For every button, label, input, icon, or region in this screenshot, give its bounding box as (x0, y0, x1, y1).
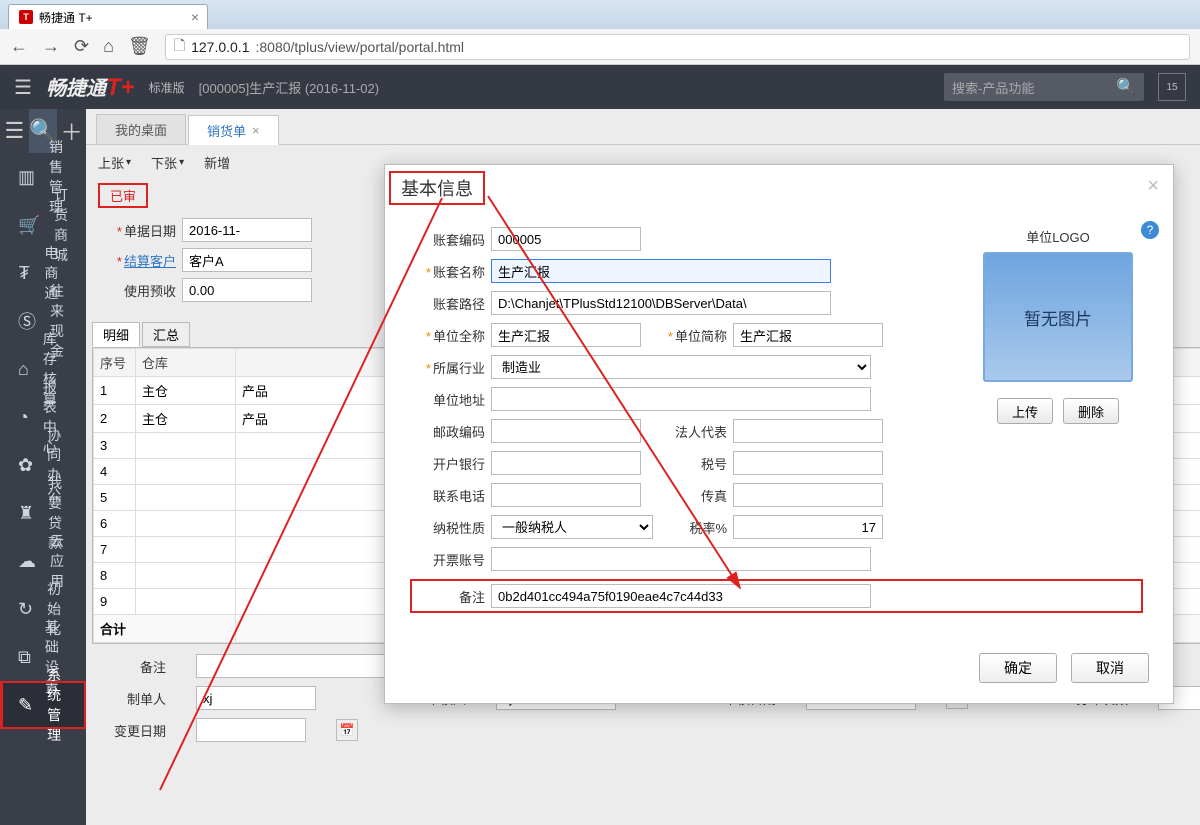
search-input[interactable]: 搜索-产品功能 🔍 (944, 73, 1144, 101)
tab-title: 畅捷通 T+ (39, 9, 93, 26)
settings-icon: ⧉ (18, 647, 31, 668)
tab-sales-order[interactable]: 销货单× (188, 115, 279, 145)
url-host: 127.0.0.1 (191, 39, 249, 55)
next-button[interactable]: 下张▾ (151, 153, 184, 172)
zipcode-field[interactable] (491, 419, 641, 443)
flower-icon: ✿ (18, 455, 33, 476)
calendar-icon[interactable]: 📅 (336, 719, 358, 741)
sidebar-item-settings[interactable]: ⧉基础设置 (0, 633, 86, 681)
workspace-tabs: 我的桌面 销货单× (86, 109, 1200, 145)
account-name-field[interactable] (491, 259, 831, 283)
money-icon: Ⓢ (18, 308, 36, 334)
menu-icon[interactable]: ☰ (14, 75, 32, 100)
pie-icon: ◔ (18, 407, 29, 428)
app-top-bar: ☰ 畅捷通 T+ 标准版 [000005]生产汇报 (2016-11-02) 搜… (0, 65, 1200, 109)
sidebar-menu-icon[interactable]: ☰ (0, 109, 29, 153)
address-bar: ← → ⟳ ⌂ 🗑 🗋 127.0.0.1 :8080/tplus/view/p… (0, 29, 1200, 65)
account-code-field[interactable] (491, 227, 641, 251)
loan-icon: ♜ (18, 503, 34, 524)
back-icon[interactable]: ← (10, 36, 28, 57)
app-version: 标准版 (149, 79, 185, 96)
sidebar-item-system[interactable]: ✎系统管理 (0, 681, 86, 729)
col-wh: 仓库 (136, 349, 236, 377)
caret-down-icon: ▾ (179, 157, 184, 168)
maker-field[interactable] (196, 686, 316, 710)
sidebar-item-sales[interactable]: ▥销售管理 (0, 153, 86, 201)
url-path: :8080/tplus/view/portal/portal.html (255, 39, 464, 55)
cancel-button[interactable]: 取消 (1071, 653, 1149, 683)
bar-chart-icon: ▥ (18, 167, 35, 188)
close-icon[interactable]: × (1147, 175, 1159, 198)
customer-link[interactable]: 结算客户 (124, 254, 176, 269)
address-field[interactable] (491, 387, 871, 411)
page-icon: 🗋 (174, 35, 185, 59)
help-icon[interactable]: ? (1141, 221, 1159, 239)
browser-tab[interactable]: T 畅捷通 T+ × (8, 4, 208, 29)
warehouse-icon: ⌂ (18, 359, 29, 380)
logo-block: 单位LOGO 暂无图片 上传 删除 (973, 227, 1143, 424)
favicon: T (19, 10, 33, 24)
url-box[interactable]: 🗋 127.0.0.1 :8080/tplus/view/portal/port… (165, 34, 1190, 60)
tab-desktop[interactable]: 我的桌面 (96, 114, 186, 144)
search-icon[interactable]: 🔍 (1116, 77, 1136, 97)
sidebar-item-init[interactable]: ↻初始化 (0, 585, 86, 633)
ok-button[interactable]: 确定 (979, 653, 1057, 683)
legal-rep-field[interactable] (733, 419, 883, 443)
upload-button[interactable]: 上传 (997, 398, 1053, 424)
doc-date-field[interactable] (182, 218, 312, 242)
close-tab-icon[interactable]: × (252, 123, 260, 138)
sidebar: ☰ 🔍 ＋ ▥销售管理 🛒订货商城 ₮电商通 Ⓢ往来现金 ⌂库存核算 ◔报表中心… (0, 109, 86, 825)
sidebar-item-loan[interactable]: ♜我要贷款 (0, 489, 86, 537)
sidebar-item-cloud[interactable]: ☁云应用 (0, 537, 86, 585)
subtab-summary[interactable]: 汇总 (142, 322, 190, 347)
org-short-field[interactable] (733, 323, 883, 347)
dialog-title: 基本信息 (389, 171, 485, 205)
taxno-field[interactable] (733, 451, 883, 475)
trash-icon[interactable]: 🗑 (128, 36, 151, 57)
reset-icon: ↻ (18, 599, 33, 620)
sidebar-item-reports[interactable]: ◔报表中心 (0, 393, 86, 441)
tax-rate-field[interactable] (733, 515, 883, 539)
phone-field[interactable] (491, 483, 641, 507)
breadcrumb: [000005]生产汇报 (2016-11-02) (199, 78, 379, 97)
sidebar-item-order-mall[interactable]: 🛒订货商城 (0, 201, 86, 249)
calendar-icon[interactable]: 15 (1158, 73, 1186, 101)
tax-kind-select[interactable]: 一般纳税人 (491, 515, 653, 539)
ecom-icon: ₮ (18, 263, 30, 284)
account-path-field[interactable] (491, 291, 831, 315)
system-icon: ✎ (18, 695, 33, 716)
search-placeholder: 搜索-产品功能 (952, 78, 1034, 97)
logo-label: 单位LOGO (973, 227, 1143, 246)
cart-icon: 🛒 (18, 215, 40, 236)
status-badge: 已审 (98, 183, 148, 208)
bank-field[interactable] (491, 451, 641, 475)
close-tab-icon[interactable]: × (191, 9, 199, 25)
cloud-icon: ☁ (18, 551, 36, 572)
forward-icon[interactable]: → (42, 36, 60, 57)
prev-button[interactable]: 上张▾ (98, 153, 131, 172)
subtab-detail[interactable]: 明细 (92, 322, 140, 347)
prepay-field[interactable] (182, 278, 312, 302)
org-full-field[interactable] (491, 323, 641, 347)
fax-field[interactable] (733, 483, 883, 507)
sidebar-item-ecommerce[interactable]: ₮电商通 (0, 249, 86, 297)
delete-button[interactable]: 删除 (1063, 398, 1119, 424)
change-date-field[interactable] (196, 718, 306, 742)
app-logo: 畅捷通 T+ (46, 72, 135, 102)
caret-down-icon: ▾ (126, 157, 131, 168)
invoice-acct-field[interactable] (491, 547, 871, 571)
logo-placeholder: 暂无图片 (983, 252, 1133, 382)
new-button[interactable]: 新增 (204, 153, 230, 172)
customer-field[interactable] (182, 248, 312, 272)
basic-info-dialog: 基本信息 × ? 单位LOGO 暂无图片 上传 删除 账套编码 *账套名称 账套… (384, 164, 1174, 704)
browser-tab-strip: T 畅捷通 T+ × (0, 0, 1200, 29)
home-icon[interactable]: ⌂ (103, 36, 114, 57)
reload-icon[interactable]: ⟳ (74, 36, 89, 57)
remark-field[interactable] (491, 584, 871, 608)
col-no: 序号 (94, 349, 136, 377)
industry-select[interactable]: 制造业 (491, 355, 871, 379)
